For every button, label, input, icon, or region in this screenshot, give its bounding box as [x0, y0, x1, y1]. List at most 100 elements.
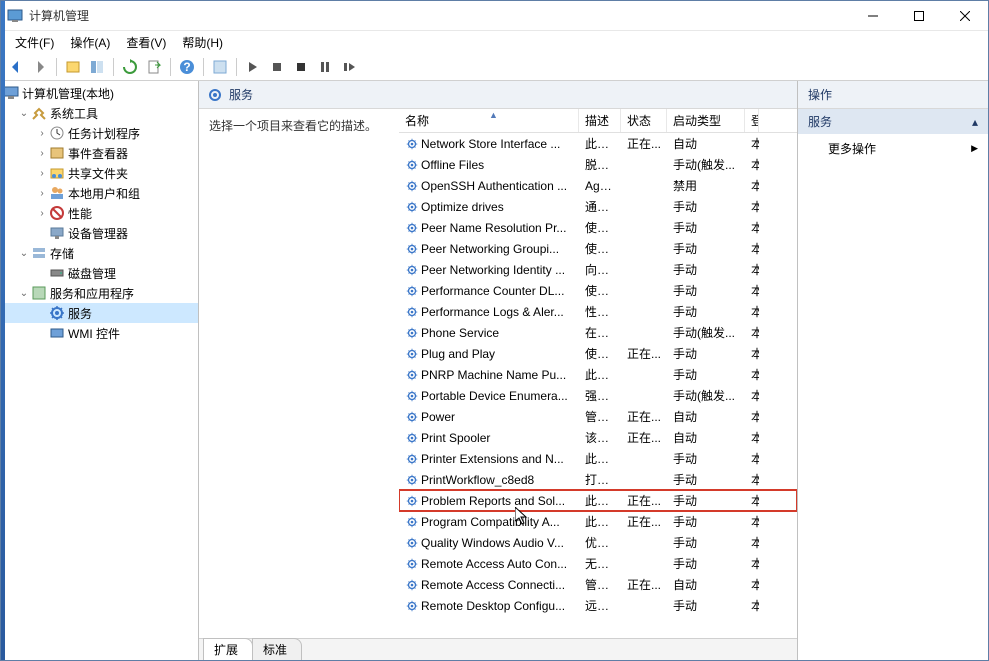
expand-icon[interactable]: ›: [35, 188, 49, 199]
service-logon: 本: [745, 450, 759, 467]
expand-icon[interactable]: ›: [35, 208, 49, 219]
list-body[interactable]: Network Store Interface ...此服...正在...自动本…: [399, 133, 797, 638]
tree-storage[interactable]: ⌄ 存储: [1, 243, 198, 263]
service-name: PNRP Machine Name Pu...: [399, 368, 579, 382]
service-name: Remote Access Connecti...: [399, 578, 579, 592]
tree-disk-management[interactable]: 磁盘管理: [1, 263, 198, 283]
titlebar: 计算机管理: [1, 1, 988, 31]
col-header-startup[interactable]: 启动类型: [667, 109, 745, 132]
service-row[interactable]: Peer Name Resolution Pr...使用...手动本: [399, 217, 797, 238]
service-row[interactable]: Performance Counter DL...使远...手动本: [399, 280, 797, 301]
menu-file[interactable]: 文件(F): [7, 32, 62, 53]
service-row[interactable]: PrintWorkflow_c8ed8打印...手动本: [399, 469, 797, 490]
service-startup: 手动(触发...: [667, 156, 745, 173]
service-row[interactable]: Quality Windows Audio V...优质...手动本: [399, 532, 797, 553]
actions-section[interactable]: 服务 ▴: [798, 109, 988, 134]
collapse-icon[interactable]: ⌄: [17, 108, 31, 119]
tab-standard[interactable]: 标准: [252, 638, 302, 660]
tree-services[interactable]: 服务: [1, 303, 198, 323]
tabs-row: 扩展 标准: [199, 638, 797, 660]
service-row[interactable]: Print Spooler该服...正在...自动本: [399, 427, 797, 448]
service-row[interactable]: Performance Logs & Aler...性能...手动本: [399, 301, 797, 322]
service-name: Network Store Interface ...: [399, 137, 579, 151]
properties-button[interactable]: [86, 56, 108, 78]
service-name: Optimize drives: [399, 200, 579, 214]
service-row[interactable]: Phone Service在设...手动(触发...本: [399, 322, 797, 343]
service-settings-button[interactable]: [209, 56, 231, 78]
service-row[interactable]: Program Compatibility A...此服...正在...手动本: [399, 511, 797, 532]
service-logon: 本: [745, 597, 759, 614]
refresh-button[interactable]: [119, 56, 141, 78]
col-header-status[interactable]: 状态: [621, 109, 667, 132]
tree-services-apps[interactable]: ⌄ 服务和应用程序: [1, 283, 198, 303]
service-desc: 使用...: [579, 240, 621, 257]
tree-task-scheduler[interactable]: › 任务计划程序: [1, 123, 198, 143]
tree-label: WMI 控件: [68, 325, 120, 342]
help-button[interactable]: ?: [176, 56, 198, 78]
tree-wmi[interactable]: WMI 控件: [1, 323, 198, 343]
stop-button[interactable]: [266, 56, 288, 78]
service-row[interactable]: Offline Files脱机...手动(触发...本: [399, 154, 797, 175]
service-row[interactable]: Optimize drives通过...手动本: [399, 196, 797, 217]
expand-icon[interactable]: ›: [35, 168, 49, 179]
service-row[interactable]: OpenSSH Authentication ...Age...禁用本: [399, 175, 797, 196]
start-button[interactable]: [242, 56, 264, 78]
service-row[interactable]: PNRP Machine Name Pu...此服...手动本: [399, 364, 797, 385]
tree-root[interactable]: 计算机管理(本地): [1, 83, 198, 103]
service-row[interactable]: Network Store Interface ...此服...正在...自动本: [399, 133, 797, 154]
collapse-icon[interactable]: ⌄: [17, 248, 31, 259]
service-logon: 本: [745, 513, 759, 530]
service-desc: 性能...: [579, 303, 621, 320]
col-header-desc[interactable]: 描述: [579, 109, 621, 132]
restart-button[interactable]: [338, 56, 360, 78]
minimize-button[interactable]: [850, 1, 896, 30]
close-button[interactable]: [942, 1, 988, 30]
col-header-logon[interactable]: 登: [745, 109, 759, 132]
service-desc: 向对...: [579, 261, 621, 278]
maximize-button[interactable]: [896, 1, 942, 30]
forward-button[interactable]: [29, 56, 51, 78]
expand-icon[interactable]: ›: [35, 128, 49, 139]
service-logon: 本: [745, 240, 759, 257]
tree-performance[interactable]: › 性能: [1, 203, 198, 223]
menu-help[interactable]: 帮助(H): [174, 32, 231, 53]
service-startup: 手动: [667, 282, 745, 299]
menu-view[interactable]: 查看(V): [118, 32, 174, 53]
service-logon: 本: [745, 534, 759, 551]
service-row[interactable]: Remote Desktop Configu...远程...手动本: [399, 595, 797, 616]
service-desc: 打印...: [579, 471, 621, 488]
service-startup: 手动(触发...: [667, 387, 745, 404]
tree-local-users[interactable]: › 本地用户和组: [1, 183, 198, 203]
service-row[interactable]: Peer Networking Groupi...使用...手动本: [399, 238, 797, 259]
show-hide-button[interactable]: [62, 56, 84, 78]
service-row[interactable]: Remote Access Connecti...管理...正在...自动本: [399, 574, 797, 595]
service-desc: 管理...: [579, 408, 621, 425]
service-row[interactable]: Portable Device Enumera...强制...手动(触发...本: [399, 385, 797, 406]
export-button[interactable]: [143, 56, 165, 78]
expand-icon[interactable]: ›: [35, 148, 49, 159]
collapse-icon[interactable]: ⌄: [17, 288, 31, 299]
tree-device-manager[interactable]: 设备管理器: [1, 223, 198, 243]
service-status: 正在...: [621, 576, 667, 593]
center-pane: 服务 选择一个项目来查看它的描述。 ▲ 名称 描述 状态 启动类型 登 Netw…: [199, 81, 798, 660]
stop2-button[interactable]: [290, 56, 312, 78]
pause-button[interactable]: [314, 56, 336, 78]
service-row[interactable]: Printer Extensions and N...此服...手动本: [399, 448, 797, 469]
gear-icon: [207, 87, 223, 103]
service-desc: 此服...: [579, 450, 621, 467]
service-row[interactable]: Plug and Play使计...正在...手动本: [399, 343, 797, 364]
tab-extended[interactable]: 扩展: [203, 638, 253, 660]
menu-action[interactable]: 操作(A): [62, 32, 118, 53]
service-logon: 本: [745, 303, 759, 320]
tree-root-label: 计算机管理(本地): [22, 85, 114, 102]
service-row[interactable]: Peer Networking Identity ...向对...手动本: [399, 259, 797, 280]
tree-pane[interactable]: 计算机管理(本地) ⌄ 系统工具 › 任务计划程序 › 事件查看器 › 共享文件…: [1, 81, 199, 660]
service-row[interactable]: Remote Access Auto Con...无论...手动本: [399, 553, 797, 574]
actions-more[interactable]: 更多操作 ▶: [798, 134, 988, 163]
service-row[interactable]: Power管理...正在...自动本: [399, 406, 797, 427]
service-row[interactable]: Problem Reports and Sol...此服...正在...手动本: [399, 490, 797, 511]
tree-event-viewer[interactable]: › 事件查看器: [1, 143, 198, 163]
tree-system-tools[interactable]: ⌄ 系统工具: [1, 103, 198, 123]
tree-shared-folders[interactable]: › 共享文件夹: [1, 163, 198, 183]
back-button[interactable]: [5, 56, 27, 78]
